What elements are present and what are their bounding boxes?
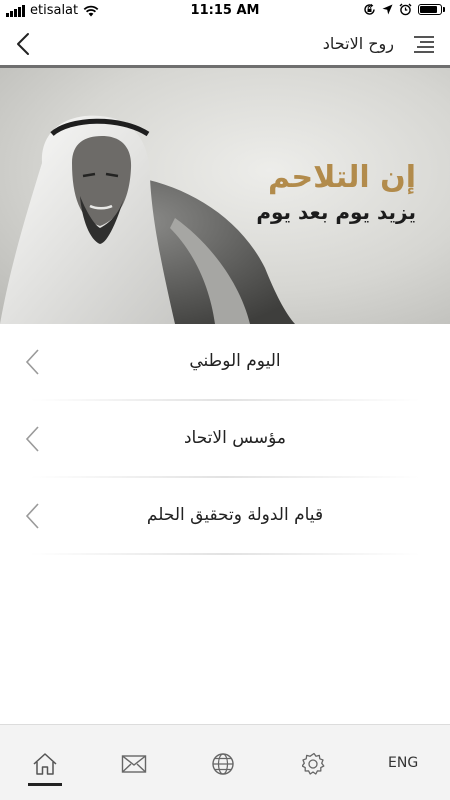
hero-subtitle: يزيد يوم بعد يوم [256, 200, 416, 224]
chevron-left-icon [17, 33, 29, 55]
menu-item-label: اليوم الوطني [189, 351, 281, 371]
divider [30, 553, 420, 555]
hero-banner: إن التلاحم يزيد يوم بعد يوم [0, 68, 450, 324]
menu-line [414, 51, 434, 53]
gear-icon [302, 752, 325, 775]
menu-item-union-founder[interactable]: مؤسس الاتحاد [0, 401, 450, 478]
battery-icon [418, 4, 445, 15]
lock-rotation-icon [364, 3, 375, 15]
menu-item-label: قيام الدولة وتحقيق الحلم [146, 505, 324, 525]
home-icon [33, 753, 57, 775]
menu-item-national-day[interactable]: اليوم الوطني [0, 324, 450, 401]
hamburger-menu-button[interactable] [414, 36, 434, 53]
active-tab-indicator [28, 783, 62, 786]
page-title: روح الاتحاد [322, 34, 394, 53]
menu-line [417, 46, 434, 48]
alarm-icon [399, 3, 412, 16]
hero-title: إن التلاحم [267, 160, 416, 195]
location-arrow-icon [382, 4, 393, 15]
language-toggle[interactable]: ENG [388, 755, 418, 771]
battery-fill [420, 6, 437, 13]
menu-list: اليوم الوطني مؤسس الاتحاد قيام الدولة وت… [0, 324, 450, 555]
navigation-bar: روح الاتحاد [0, 22, 450, 68]
status-bar: etisalat 11:15 AM [0, 0, 450, 22]
tab-mail[interactable] [119, 749, 149, 779]
globe-icon [212, 753, 234, 775]
tab-settings[interactable] [299, 749, 329, 779]
hamburger-menu-icon [414, 36, 434, 38]
menu-item-state-founding[interactable]: قيام الدولة وتحقيق الحلم [0, 478, 450, 555]
chevron-left-icon [25, 426, 39, 452]
status-right [363, 3, 445, 16]
menu-line [420, 41, 434, 43]
chevron-left-icon [25, 349, 39, 375]
chevron-left-icon [25, 503, 39, 529]
tab-home[interactable] [30, 749, 60, 779]
menu-item-label: مؤسس الاتحاد [183, 428, 287, 448]
tab-globe[interactable] [208, 749, 238, 779]
back-button[interactable] [10, 30, 36, 58]
bottom-tab-bar: ENG [0, 724, 450, 800]
portrait-photo [0, 115, 295, 324]
mail-icon [121, 755, 147, 773]
